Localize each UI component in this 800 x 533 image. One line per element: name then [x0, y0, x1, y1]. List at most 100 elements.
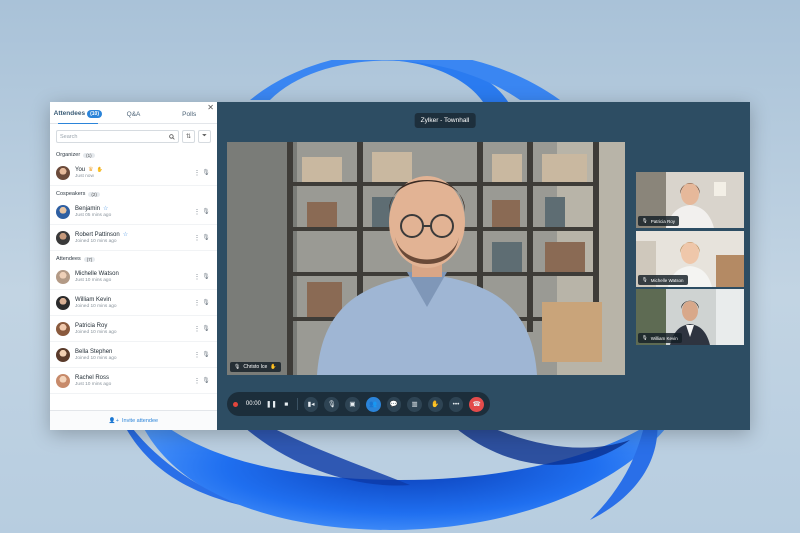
- section-count: (1): [83, 152, 95, 158]
- search-box[interactable]: [56, 130, 179, 143]
- person-status: Just 10 mins ago: [75, 277, 112, 283]
- end-call-button[interactable]: ☎: [469, 396, 485, 412]
- person-info: Patricia Roy Joined 10 mins ago: [75, 323, 193, 335]
- person-info: Michelle Watson Just 10 mins ago: [75, 271, 193, 283]
- search-input[interactable]: [60, 133, 169, 140]
- mic-off-icon[interactable]: 🎙: [201, 169, 211, 176]
- list-item[interactable]: Rachel Ross Just 10 mins ago ⋮ 🎙: [50, 368, 217, 394]
- more-options-icon[interactable]: ⋮: [193, 299, 201, 307]
- participant-name: Michelle Watson: [650, 277, 684, 283]
- more-button[interactable]: •••: [448, 396, 464, 412]
- pause-icon: ❚❚: [265, 401, 277, 408]
- section-label: Organizer: [56, 152, 81, 158]
- section-count: (7): [83, 256, 96, 262]
- hand-icon: ✋: [96, 166, 103, 173]
- more-options-icon[interactable]: ⋮: [193, 169, 201, 177]
- recording-indicator-icon: [233, 401, 238, 407]
- mic-off-icon[interactable]: 🎙: [201, 377, 211, 384]
- more-options-icon[interactable]: ⋮: [193, 377, 201, 385]
- mic-off-icon[interactable]: 🎙: [201, 351, 211, 358]
- panel-tabs: Attendees (10) Q&A Polls: [50, 102, 217, 124]
- thumbnail-name-tag: 🎙 Michelle Watson: [638, 275, 688, 285]
- person-name: William Kevin: [75, 296, 112, 303]
- search-row: ⇅ ⏷: [50, 124, 217, 147]
- mic-off-icon[interactable]: 🎙: [201, 299, 211, 306]
- list-item[interactable]: You ♛ ✋ Just now ⋮ 🎙: [50, 160, 217, 186]
- list-item[interactable]: Robert Pattinson ☆ Joined 10 mins ago ⋮ 🎙: [50, 225, 217, 251]
- list-item[interactable]: Bella Stephen Joined 10 mins ago ⋮ 🎙: [50, 342, 217, 368]
- section-count: (2): [88, 191, 100, 197]
- crown-icon: ♛: [88, 167, 94, 173]
- speaker-video-frame: [227, 142, 625, 375]
- more-options-icon[interactable]: ⋮: [193, 325, 201, 333]
- participants-icon: 👥: [369, 401, 378, 408]
- mic-icon: 🎙: [234, 364, 241, 370]
- stop-icon: ■: [284, 400, 289, 408]
- speaker-name: Christo Ice: [243, 364, 268, 370]
- phone-hangup-icon: ☎: [472, 401, 481, 408]
- avatar: [56, 204, 70, 219]
- more-options-icon[interactable]: ⋮: [193, 273, 201, 281]
- more-options-icon[interactable]: ⋮: [193, 351, 201, 359]
- invite-attendee-button[interactable]: 👤+ Invite attendee: [50, 410, 217, 430]
- person-info: William Kevin Joined 10 mins ago: [75, 297, 193, 309]
- mic-off-icon[interactable]: 🎙: [201, 273, 211, 280]
- avatar: [56, 347, 70, 362]
- avatar: [56, 373, 70, 388]
- mic-icon: 🎙: [642, 335, 648, 340]
- more-options-icon[interactable]: ⋮: [193, 208, 201, 216]
- person-info: Rachel Ross Just 10 mins ago: [75, 375, 193, 387]
- tab-count-badge: (10): [87, 110, 102, 118]
- tab-qa[interactable]: Q&A: [106, 111, 162, 123]
- tab-attendees[interactable]: Attendees (10): [50, 110, 106, 124]
- person-info: You ♛ ✋ Just now: [75, 166, 193, 180]
- more-icon: •••: [452, 400, 460, 408]
- stop-recording-button[interactable]: ■: [282, 397, 291, 412]
- participants-button[interactable]: 👥: [365, 396, 381, 412]
- list-item[interactable]: Patricia Roy Joined 10 mins ago ⋮ 🎙: [50, 316, 217, 342]
- raise-hand-button[interactable]: ✋: [427, 396, 443, 412]
- person-info: Robert Pattinson ☆ Joined 10 mins ago: [75, 231, 193, 245]
- microphone-button[interactable]: 🎙: [324, 396, 340, 412]
- search-icon: [169, 133, 175, 140]
- meeting-window: ✕ Attendees(10) Q&A Polls ⇅ ⏷ Organizer …: [50, 102, 750, 430]
- filter-icon: ⏷: [202, 133, 207, 139]
- participant-name: William Kevin: [650, 335, 678, 341]
- screen-share-icon: ▣: [349, 401, 356, 408]
- main-speaker-video[interactable]: 🎙 Christo Ice ✋: [227, 142, 625, 375]
- participant-thumbnail[interactable]: 🎙 Patricia Roy: [636, 172, 744, 228]
- person-name: Rachel Ross: [75, 374, 110, 381]
- sort-button[interactable]: ⇅: [182, 130, 195, 143]
- section-cospeakers: Cospeakers (2): [50, 186, 217, 199]
- mic-off-icon[interactable]: 🎙: [201, 325, 211, 332]
- participant-name: Patricia Roy: [650, 218, 675, 224]
- polls-button[interactable]: ▥: [407, 396, 422, 412]
- person-name: You: [75, 166, 86, 173]
- mic-off-icon[interactable]: 🎙: [201, 234, 211, 241]
- video-camera-icon: ▮◂: [307, 401, 315, 408]
- list-item[interactable]: Michelle Watson Just 10 mins ago ⋮ 🎙: [50, 264, 217, 290]
- more-options-icon[interactable]: ⋮: [193, 234, 201, 242]
- person-info: Bella Stephen Joined 10 mins ago: [75, 349, 193, 361]
- list-item[interactable]: Benjamin ☆ Just 05 mins ago ⋮ 🎙: [50, 199, 217, 225]
- section-attendees: Attendees (7): [50, 251, 217, 264]
- person-name: Robert Pattinson: [75, 231, 120, 238]
- avatar: [56, 269, 70, 284]
- list-item[interactable]: William Kevin Joined 10 mins ago ⋮ 🎙: [50, 290, 217, 316]
- thumbnail-name-tag: 🎙 William Kevin: [638, 333, 682, 343]
- thumbnail-name-tag: 🎙 Patricia Roy: [638, 216, 679, 226]
- pause-recording-button[interactable]: ❚❚: [265, 397, 277, 412]
- person-status: Just 10 mins ago: [75, 381, 112, 387]
- tab-polls[interactable]: Polls: [161, 111, 217, 123]
- share-screen-button[interactable]: ▣: [345, 396, 360, 412]
- mic-off-icon[interactable]: 🎙: [201, 208, 211, 215]
- participant-thumbnail[interactable]: 🎙 William Kevin: [636, 289, 744, 345]
- person-name: Michelle Watson: [75, 270, 119, 277]
- avatar: [56, 230, 70, 245]
- filter-button[interactable]: ⏷: [198, 130, 211, 143]
- camera-button[interactable]: ▮◂: [303, 396, 319, 412]
- chat-button[interactable]: 💬: [386, 396, 402, 412]
- tab-label: Attendees: [53, 110, 86, 117]
- section-organizer: Organizer (1): [50, 147, 217, 160]
- participant-thumbnail[interactable]: 🎙 Michelle Watson: [636, 231, 744, 287]
